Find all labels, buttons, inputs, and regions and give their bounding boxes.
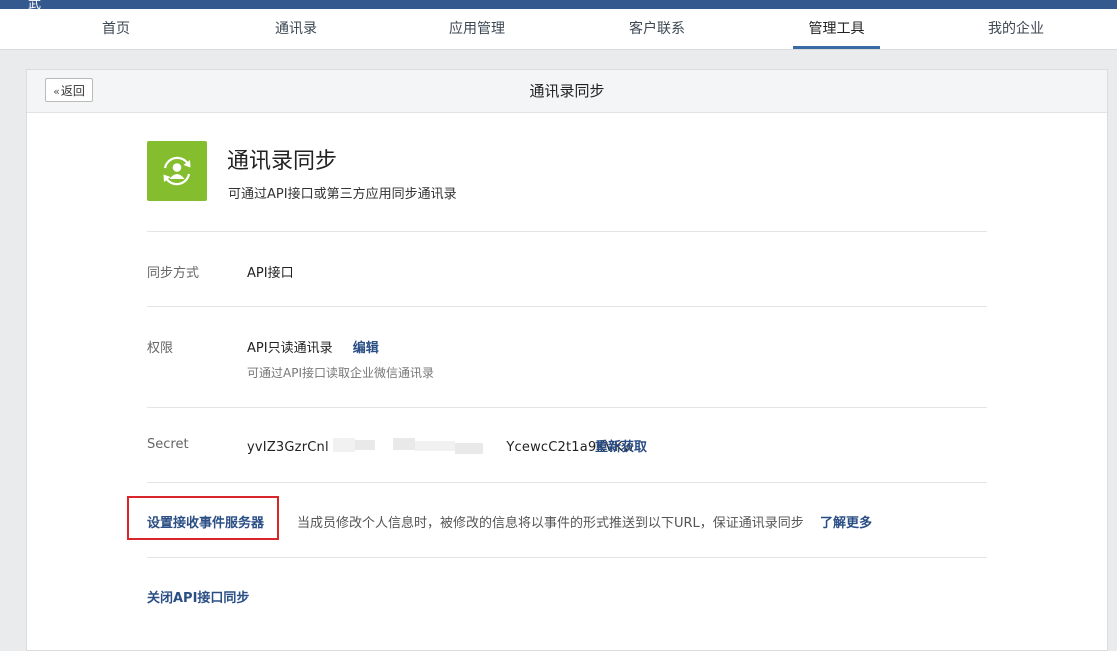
tab-app-management[interactable]: 应用管理 — [440, 9, 514, 49]
redaction — [355, 440, 375, 450]
tab-management-tools[interactable]: 管理工具 — [793, 9, 880, 49]
permission-value-row: API只读通讯录 编辑 — [247, 337, 379, 356]
top-bar: 武 — [0, 0, 1117, 9]
close-api-sync-link[interactable]: 关闭API接口同步 — [147, 587, 249, 606]
sync-method-label: 同步方式 — [147, 266, 200, 281]
redaction — [393, 438, 415, 450]
tab-my-enterprise[interactable]: 我的企业 — [979, 9, 1053, 49]
divider — [147, 231, 987, 232]
app-description: 可通过API接口或第三方应用同步通讯录 — [228, 187, 457, 202]
tab-home[interactable]: 首页 — [86, 9, 146, 49]
tab-contacts[interactable]: 通讯录 — [263, 9, 329, 49]
tab-customer-contact[interactable]: 客户联系 — [620, 9, 694, 49]
refresh-secret-link[interactable]: 重新获取 — [595, 436, 647, 455]
divider — [147, 557, 987, 558]
event-server-description: 当成员修改个人信息时，被修改的信息将以事件的形式推送到以下URL，保证通讯录同步 — [297, 516, 804, 531]
divider — [147, 306, 987, 307]
main-nav: 首页 通讯录 应用管理 客户联系 管理工具 我的企业 — [0, 9, 1117, 50]
page-title: 通讯录同步 — [529, 82, 605, 100]
learn-more-link[interactable]: 了解更多 — [820, 512, 872, 531]
permission-hint: 可通过API接口读取企业微信通讯录 — [247, 366, 434, 380]
redaction — [455, 443, 483, 454]
logo-fragment: 武 — [28, 0, 42, 9]
double-chevron-left-icon: « — [53, 85, 60, 98]
divider — [147, 407, 987, 408]
back-label: 返回 — [60, 84, 85, 98]
content-panel: 通讯录同步 «返回 通讯录同步 可通过API接口或第三方应用同步通讯录 同步方式… — [26, 69, 1108, 651]
back-button[interactable]: «返回 — [45, 78, 93, 102]
sync-contact-icon — [147, 141, 207, 201]
set-event-server-link[interactable]: 设置接收事件服务器 — [147, 512, 264, 531]
panel-header: 通讯录同步 «返回 — [27, 70, 1107, 113]
secret-label: Secret — [147, 437, 189, 452]
redaction — [415, 441, 455, 451]
permission-label: 权限 — [147, 341, 174, 356]
redaction — [333, 438, 355, 452]
divider — [147, 482, 987, 483]
edit-permission-link[interactable]: 编辑 — [353, 341, 379, 356]
secret-value-row: yvIZ3GzrCnl YcewcC2t1a9KVKw 重新获取 — [247, 436, 647, 456]
app-name: 通讯录同步 — [227, 149, 338, 174]
sync-method-value: API接口 — [247, 266, 294, 281]
permission-value: API只读通讯录 — [247, 341, 333, 356]
